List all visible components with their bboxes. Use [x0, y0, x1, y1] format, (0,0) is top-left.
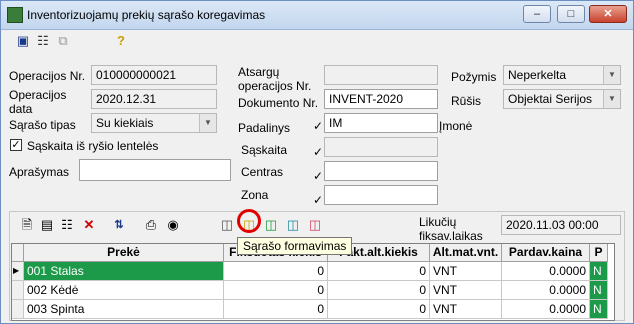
edit-doc-icon[interactable]: ▤ [39, 217, 55, 233]
account-from-table-label: Sąskaita iš ryšio lentelės [27, 139, 159, 153]
find-icon[interactable]: ◉ [165, 217, 181, 233]
account-from-table-checkbox[interactable]: ✓ [10, 139, 22, 151]
balances-time-field[interactable]: 2020.11.03 00:00 [501, 215, 621, 235]
feature-value: Neperkelta [508, 68, 567, 82]
document-nr-input[interactable]: INVENT-2020 [324, 89, 438, 109]
list-type-value: Su kiekiais [96, 116, 154, 130]
hierarchy-icon[interactable]: ☷ [59, 217, 75, 233]
close-button[interactable]: ✕ [589, 5, 627, 23]
table-row-unit[interactable]: VNT [430, 281, 502, 300]
table-row-p[interactable]: N [590, 262, 608, 281]
col-header-item[interactable]: Prekė [24, 244, 224, 262]
spare-op-label: Atsargų operacijos Nr. [238, 65, 312, 93]
row-header-corner [12, 244, 24, 262]
col-header-unit[interactable]: Alt.mat.vnt. [430, 244, 502, 262]
spare-op-field[interactable] [324, 65, 438, 85]
help-icon[interactable]: ? [113, 33, 129, 49]
center-input[interactable] [324, 161, 438, 181]
op-date-field[interactable]: 2020.12.31 [91, 89, 217, 109]
center-check-icon: ✓ [313, 169, 324, 183]
table-row-fixed[interactable]: 0 [224, 262, 328, 281]
main-window: Inventorizuojamų prekių sąrašo koregavim… [0, 0, 634, 324]
account-label: Sąskaita [241, 143, 288, 157]
department-check-icon: ✓ [313, 119, 324, 133]
folder-green-icon[interactable]: ◫ [263, 217, 279, 233]
highlight-circle [237, 209, 261, 233]
new-doc-icon[interactable]: 🗎 [19, 217, 35, 233]
folder-red-icon[interactable]: ◫ [307, 217, 323, 233]
zone-label: Zona [241, 188, 269, 202]
maximize-button[interactable]: □ [557, 5, 585, 23]
document-nr-label: Dokumento Nr. [238, 96, 319, 110]
feature-label: Požymis [451, 70, 497, 84]
list-type-select[interactable]: Su kiekiais ▼ [91, 113, 217, 133]
table-row-item[interactable]: 002 Kėdė [24, 281, 224, 300]
row-header [12, 300, 24, 319]
table-row-fact[interactable]: 0 [328, 262, 430, 281]
app-icon [7, 7, 23, 23]
table-row-price[interactable]: 0.0000 [502, 300, 590, 319]
chevron-down-icon[interactable]: ▼ [603, 90, 620, 108]
zone-input[interactable] [324, 185, 438, 205]
row-header [12, 281, 24, 300]
company-label: Įmonė [439, 119, 473, 133]
chevron-down-icon[interactable]: ▼ [199, 114, 216, 132]
kind-select[interactable]: Objektai Serijos ▼ [503, 89, 621, 109]
chevron-down-icon[interactable]: ▼ [603, 66, 620, 84]
print-icon[interactable]: ⎙ [143, 217, 159, 233]
description-label: Aprašymas [9, 165, 70, 179]
row-indicator-icon: ▶ [12, 262, 24, 281]
feature-select[interactable]: Neperkelta ▼ [503, 65, 621, 85]
center-label: Centras [241, 165, 284, 179]
table-row-item[interactable]: 001 Stalas [24, 262, 224, 281]
table-row-price[interactable]: 0.0000 [502, 262, 590, 281]
description-input[interactable] [79, 159, 231, 181]
op-nr-label: Operacijos Nr. [9, 69, 86, 83]
table-row-fact[interactable]: 0 [328, 300, 430, 319]
balances-time-label: Likučių fiksav.laikas [419, 215, 483, 243]
table-row-p[interactable]: N [590, 300, 608, 319]
table-row-price[interactable]: 0.0000 [502, 281, 590, 300]
col-header-price[interactable]: Pardav.kaina [502, 244, 590, 262]
table-row-unit[interactable]: VNT [430, 262, 502, 281]
kind-label: Rūšis [451, 94, 482, 108]
department-label: Padalinys [238, 121, 291, 135]
table-row-unit[interactable]: VNT [430, 300, 502, 319]
table-row-fact[interactable]: 0 [328, 281, 430, 300]
kind-value: Objektai Serijos [508, 92, 593, 106]
folder-teal-icon[interactable]: ◫ [285, 217, 301, 233]
delete-icon[interactable]: ✕ [81, 217, 97, 233]
department-input[interactable]: IM [324, 113, 438, 133]
account-field[interactable] [324, 137, 438, 157]
window-title: Inventorizuojamų prekių sąrašo koregavim… [27, 8, 266, 22]
col-header-p[interactable]: P [590, 244, 608, 262]
list-type-label: Sąrašo tipas [9, 118, 76, 132]
folder-grey-icon[interactable]: ◫ [219, 217, 235, 233]
save-icon[interactable]: ▣ [15, 33, 31, 49]
minimize-button[interactable]: – [523, 5, 551, 23]
hierarchy-icon[interactable]: ☷ [35, 33, 51, 49]
op-nr-field[interactable]: 010000000021 [91, 65, 217, 85]
zone-check-icon: ✓ [313, 193, 324, 207]
copy-icon[interactable]: ⧉ [55, 33, 71, 49]
account-check-icon: ✓ [313, 145, 324, 159]
sort-icon[interactable]: ⇅ [111, 217, 127, 233]
op-date-label: Operacijos data [9, 88, 67, 116]
table-row-p[interactable]: N [590, 281, 608, 300]
tooltip: Sąrašo formavimas [237, 237, 353, 255]
table-row-item[interactable]: 003 Spinta [24, 300, 224, 319]
table-row-fixed[interactable]: 0 [224, 281, 328, 300]
table-row-fixed[interactable]: 0 [224, 300, 328, 319]
title-bar: Inventorizuojamų prekių sąrašo koregavim… [1, 1, 633, 30]
